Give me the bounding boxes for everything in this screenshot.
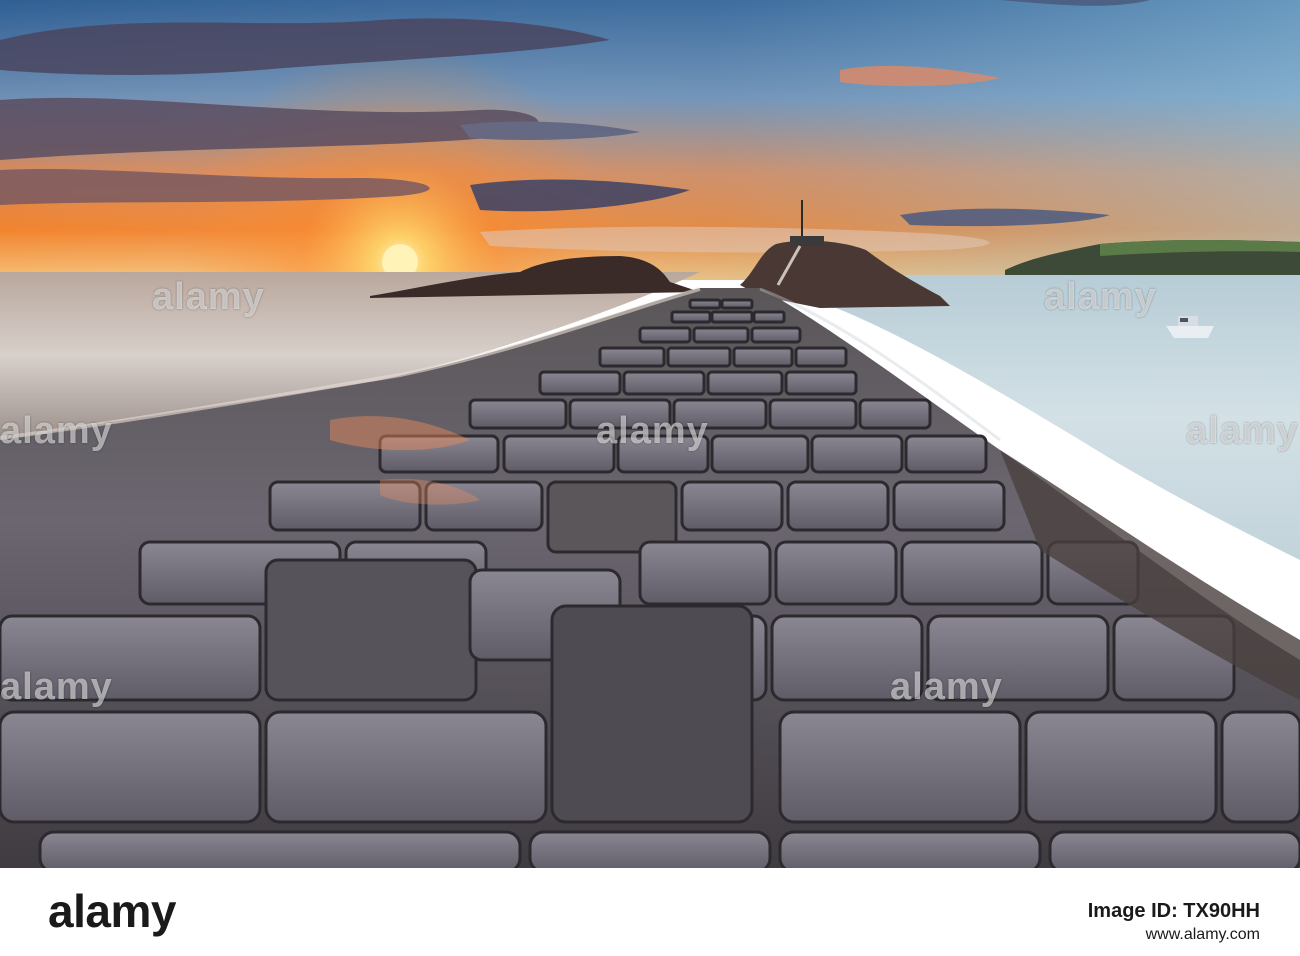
coastal-sunset-photo — [0, 0, 1300, 868]
site-url: www.alamy.com — [1145, 926, 1260, 943]
footer-bar: alamy Image ID: TX90HH www.alamy.com — [0, 868, 1300, 956]
image-id-label: Image ID: TX90HH — [1087, 900, 1260, 922]
alamy-logo: alamy — [48, 885, 176, 937]
stock-photo-page: alamy alamy alamy alamy alamy alamy alam… — [0, 0, 1300, 956]
